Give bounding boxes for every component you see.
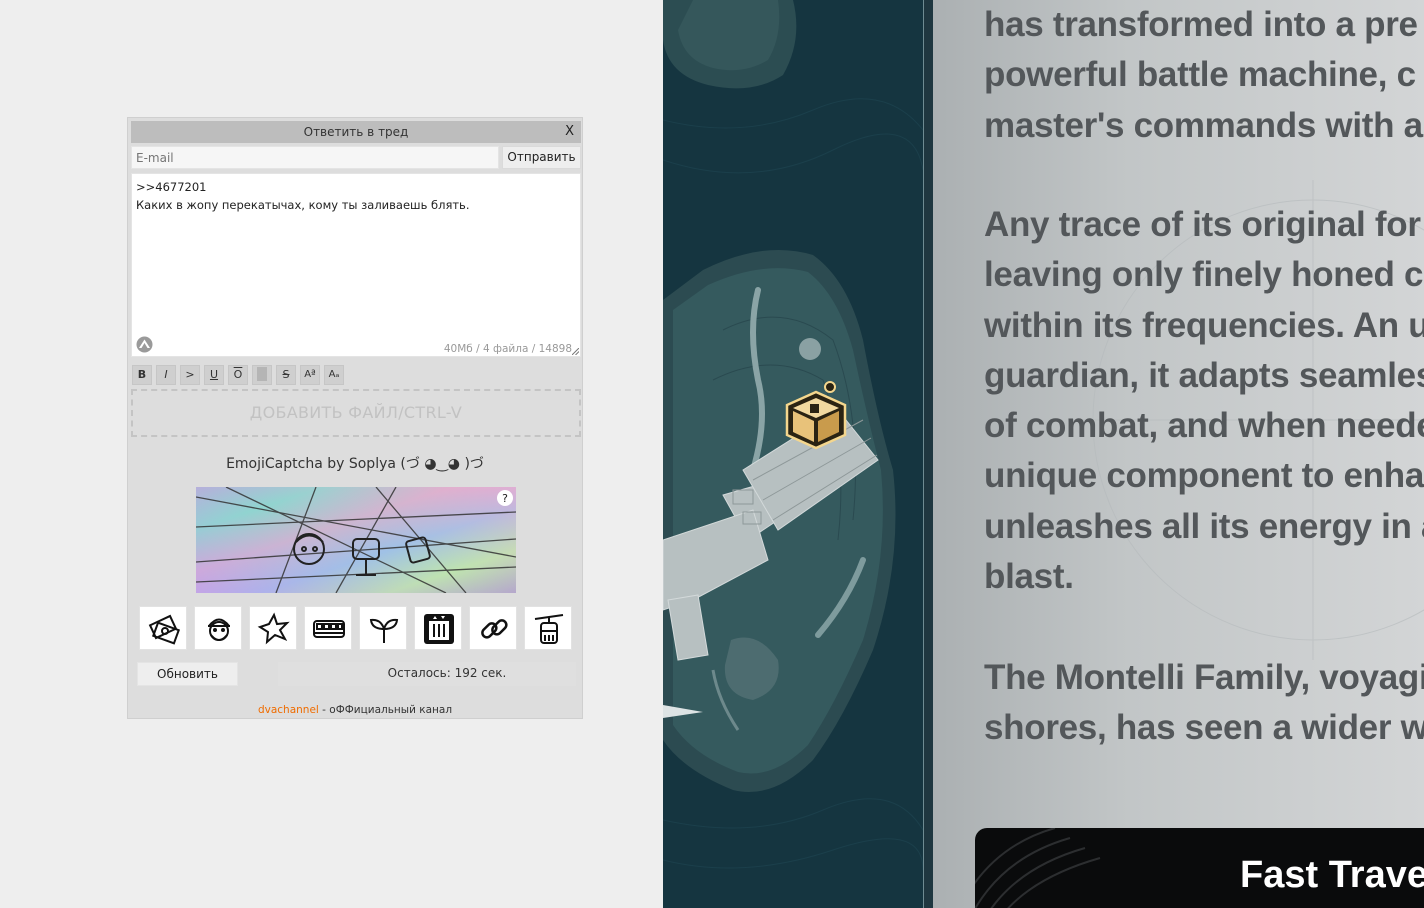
footer-text: - оФФициальный канал [318,704,453,716]
quote-button[interactable]: > [180,365,200,385]
link-icon [481,619,508,639]
footer: dvachannel - оФФициальный канал [128,704,582,716]
lore-panel: has transformed into a pre powerful batt… [933,0,1424,908]
captcha-option-link[interactable] [469,606,517,650]
sprout-icon [369,618,399,643]
star-icon [257,612,290,645]
lore-paragraph-3: The Montelli Family, voyagi shores, has … [984,653,1424,754]
text-line: shores, has seen a wider wo [984,708,1424,748]
captcha-option-sprout[interactable] [359,606,407,650]
captcha-option-elevator[interactable] [414,606,462,650]
text-line: of combat, and when neede [984,406,1424,446]
text-line: unleashes all its energy in a [984,506,1424,546]
lore-paragraph-2: Any trace of its original for leaving on… [984,200,1424,602]
panel-divider [923,0,933,908]
send-button[interactable]: Отправить [502,146,581,169]
text-line: blast. [984,557,1074,597]
text-line: master's commands with a [984,105,1423,145]
upload-limits: 40Мб / 4 файла / 14898 [443,343,572,355]
captcha-option-money[interactable] [139,606,187,650]
captcha-option-star[interactable] [249,606,297,650]
bold-button[interactable]: B [132,365,152,385]
channel-link[interactable]: dvachannel [258,704,319,716]
captcha-help-button[interactable]: ? [502,492,508,505]
spoiler-icon [257,367,267,381]
santa-icon [208,618,230,641]
reply-form: Ответить в тред X Отправить >>4677201 Ка… [127,117,583,719]
text-line: Any trace of its original for [984,205,1421,244]
superscript-button[interactable]: Aª [300,365,320,385]
lore-paragraph-1: has transformed into a pre powerful batt… [984,0,1423,151]
text-line: has transformed into a pre [984,5,1418,44]
file-drop-zone[interactable]: ДОБАВИТЬ ФАЙЛ/CTRL-V [131,389,581,437]
map-view[interactable] [663,0,923,908]
text-line: leaving only finely honed co [984,255,1424,295]
strike-button[interactable]: S [276,365,296,385]
message-line: Каких в жопу перекатычах, кому ты залива… [136,198,470,212]
fast-travel-label: Fast Trave [1240,854,1424,896]
reply-form-title: Ответить в тред [303,125,409,139]
overline-button[interactable]: O [228,365,248,385]
captcha-refresh-button[interactable]: Обновить [137,662,238,686]
text-line: within its frequencies. An u [984,305,1424,345]
spoiler-button[interactable] [252,365,272,385]
text-line: unique component to enha [984,456,1424,496]
captcha-timer: Осталось: 192 сек. [278,662,576,686]
text-line: The Montelli Family, voyagi [984,658,1424,697]
cable-car-icon [534,614,564,644]
captcha-option-santa[interactable] [194,606,242,650]
captcha-option-cable-car[interactable] [524,606,572,650]
fast-travel-pattern [975,828,1101,908]
captcha-option-tram[interactable] [304,606,352,650]
fast-travel-button[interactable]: Fast Trave [975,828,1424,908]
underline-button[interactable]: U [204,365,224,385]
money-icon [148,614,181,645]
italic-button[interactable]: I [156,365,176,385]
email-field[interactable] [131,146,499,169]
tram-icon [313,620,345,638]
reply-form-titlebar[interactable]: Ответить в тред X [131,121,581,143]
text-line: guardian, it adapts seamles [984,355,1424,395]
close-button[interactable]: X [565,124,574,139]
message-textarea[interactable]: >>4677201 Каких в жопу перекатычах, кому… [131,173,581,357]
subscript-button[interactable]: Aₐ [324,365,344,385]
captcha-title: EmojiCaptcha by Soplya (づ ◕‿◕ )づ [226,456,484,472]
message-line: >>4677201 [136,180,207,194]
board-logo-icon [136,336,153,353]
text-line: powerful battle machine, c [984,55,1416,95]
resize-grip-icon[interactable] [572,348,579,355]
elevator-icon [424,614,454,644]
captcha-image: ? [196,487,516,593]
